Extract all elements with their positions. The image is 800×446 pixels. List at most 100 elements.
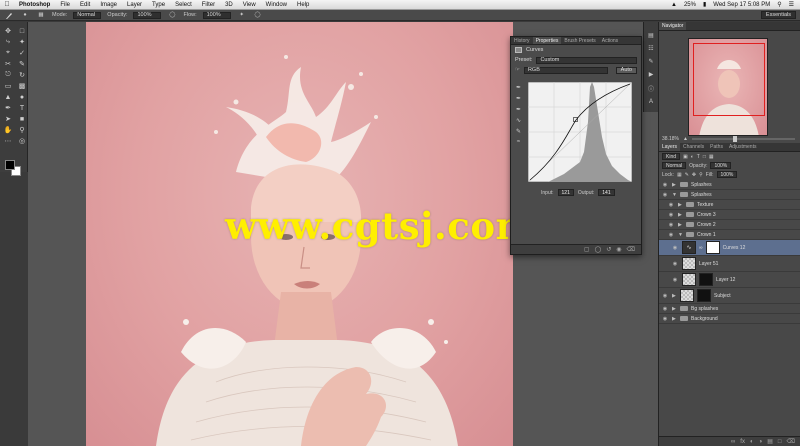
gray-point-eyedropper-icon[interactable]: ✒ bbox=[514, 94, 523, 102]
visibility-icon[interactable]: ◉ bbox=[616, 246, 621, 253]
layer-row[interactable]: ◉ ▶ Bg splashes bbox=[659, 304, 800, 314]
edit-points-icon[interactable]: ∿ bbox=[514, 116, 523, 124]
layer-thumbnail[interactable] bbox=[682, 257, 696, 270]
quick-select-tool-icon[interactable]: ✦ bbox=[16, 37, 28, 47]
white-point-eyedropper-icon[interactable]: ✒ bbox=[514, 105, 523, 113]
view-previous-icon[interactable]: ◯ bbox=[595, 246, 602, 253]
tab-history[interactable]: History bbox=[511, 37, 533, 44]
layer-mask-thumbnail[interactable] bbox=[697, 289, 711, 302]
visibility-eye-icon[interactable]: ◉ bbox=[671, 245, 679, 251]
navigator-view-rectangle[interactable] bbox=[693, 43, 765, 116]
tab-channels[interactable]: Channels bbox=[680, 143, 707, 151]
expand-triangle-icon[interactable]: ▶ bbox=[672, 306, 677, 312]
menu-select[interactable]: Select bbox=[170, 2, 197, 8]
pressure-opacity-icon[interactable]: ◯ bbox=[167, 11, 177, 20]
filter-smart-object-icon[interactable]: ▦ bbox=[709, 154, 714, 160]
tab-brush-presets[interactable]: Brush Presets bbox=[561, 37, 598, 44]
brush-preset-picker[interactable]: ● bbox=[20, 11, 30, 20]
zoom-tool-icon[interactable]: ⚲ bbox=[16, 125, 28, 135]
layer-mask-thumbnail[interactable] bbox=[699, 273, 713, 286]
draw-curve-icon[interactable]: ✎ bbox=[514, 127, 523, 135]
menu-type[interactable]: Type bbox=[147, 2, 170, 8]
gradient-tool-icon[interactable]: ▩ bbox=[16, 81, 28, 91]
collapse-triangle-icon[interactable]: ▼ bbox=[672, 192, 677, 198]
battery-level[interactable]: 25% bbox=[684, 2, 696, 8]
edit-toolbar-icon[interactable]: ⋯ bbox=[2, 136, 14, 146]
visibility-eye-icon[interactable]: ◉ bbox=[661, 316, 669, 322]
brush-tool-icon[interactable] bbox=[4, 11, 14, 20]
pen-tool-icon[interactable]: ✒ bbox=[2, 103, 14, 113]
foreground-color-swatch[interactable] bbox=[5, 160, 15, 170]
layer-thumbnail[interactable] bbox=[680, 289, 694, 302]
eyedropper-tool-icon[interactable]: ✓ bbox=[16, 48, 28, 58]
visibility-eye-icon[interactable]: ◉ bbox=[671, 277, 679, 283]
layer-row[interactable]: ◉ Layer 12 bbox=[659, 272, 800, 288]
move-tool-icon[interactable]: ✥ bbox=[2, 26, 14, 36]
new-group-icon[interactable]: ▤ bbox=[767, 438, 773, 445]
layer-mask-thumbnail[interactable] bbox=[705, 241, 720, 254]
auto-button[interactable]: Auto bbox=[615, 66, 637, 74]
apple-icon[interactable]:  bbox=[0, 1, 14, 8]
tab-adjustments[interactable]: Adjustments bbox=[726, 143, 760, 151]
visibility-eye-icon[interactable]: ◉ bbox=[667, 212, 675, 218]
layer-row[interactable]: ◉ ▼ Splashes bbox=[659, 190, 800, 200]
tab-layers[interactable]: Layers bbox=[659, 143, 681, 151]
brush-tool-icon-box[interactable]: ✎ bbox=[16, 59, 28, 69]
expand-triangle-icon[interactable]: ▶ bbox=[678, 222, 683, 228]
menu-3d[interactable]: 3D bbox=[220, 2, 238, 8]
character-panel-icon[interactable]: A bbox=[649, 99, 653, 105]
path-select-icon[interactable]: ➤ bbox=[2, 114, 14, 124]
new-adjustment-icon[interactable]: ◑ bbox=[759, 439, 763, 445]
flow-input[interactable]: 100% bbox=[202, 11, 231, 19]
wifi-icon[interactable]: ▲ bbox=[671, 2, 677, 8]
visibility-eye-icon[interactable]: ◉ bbox=[667, 222, 675, 228]
type-tool-icon[interactable]: T bbox=[16, 103, 28, 113]
tab-navigator[interactable]: Navigator bbox=[659, 22, 687, 30]
layer-row[interactable]: ◉ ▶ Background bbox=[659, 314, 800, 324]
filter-pixel-icon[interactable]: ▣ bbox=[683, 154, 688, 160]
channel-select[interactable]: RGB bbox=[523, 66, 608, 74]
hand-tool-icon[interactable]: ✋ bbox=[2, 125, 14, 135]
trash-icon[interactable]: ⌫ bbox=[627, 246, 635, 253]
clone-stamp-icon[interactable]: ⎋ bbox=[2, 70, 14, 80]
layer-filter-select[interactable]: Kind bbox=[662, 153, 681, 160]
menu-image[interactable]: Image bbox=[95, 2, 122, 8]
link-icon[interactable]: ∞ bbox=[699, 245, 703, 251]
blend-mode-select[interactable]: Normal bbox=[662, 162, 687, 169]
curves-adjustment-thumbnail[interactable]: ∿ bbox=[682, 241, 696, 254]
layer-row[interactable]: ◉ ▶ Texture bbox=[659, 200, 800, 210]
layer-opacity-input[interactable]: 100% bbox=[710, 162, 732, 169]
marquee-tool-icon[interactable]: □ bbox=[16, 26, 28, 36]
history-panel-icon[interactable]: ▤ bbox=[648, 32, 654, 39]
menu-help[interactable]: Help bbox=[292, 2, 314, 8]
lock-pixels-icon[interactable]: ✎ bbox=[685, 172, 689, 178]
navigator-zoom-slider[interactable] bbox=[691, 136, 795, 142]
curves-graph[interactable] bbox=[527, 81, 633, 183]
visibility-eye-icon[interactable]: ◉ bbox=[661, 306, 669, 312]
delete-layer-icon[interactable]: ⌫ bbox=[787, 438, 795, 445]
preset-select[interactable]: Custom bbox=[536, 56, 637, 64]
layer-row[interactable]: ◉ ▼ Crown 1 bbox=[659, 230, 800, 240]
tab-properties[interactable]: Properties bbox=[532, 37, 562, 44]
quick-mask-icon[interactable]: ◎ bbox=[16, 136, 28, 146]
lock-transparency-icon[interactable]: ▦ bbox=[677, 172, 682, 178]
menu-file[interactable]: File bbox=[55, 2, 75, 8]
spotlight-icon[interactable]: ⚲ bbox=[777, 1, 781, 8]
menu-filter[interactable]: Filter bbox=[197, 2, 220, 8]
layer-thumbnail[interactable] bbox=[682, 273, 696, 286]
output-value[interactable]: 141 bbox=[598, 189, 615, 196]
lock-all-icon[interactable]: ⚲ bbox=[699, 172, 703, 178]
link-layers-icon[interactable]: ∞ bbox=[731, 439, 735, 445]
layer-row[interactable]: ◉ ▶ Crown 3 bbox=[659, 210, 800, 220]
blur-tool-icon[interactable]: ▲ bbox=[2, 92, 14, 102]
properties-panel-icon[interactable]: ☷ bbox=[648, 45, 653, 52]
reset-icon[interactable]: ↺ bbox=[606, 246, 611, 253]
smooth-curve-icon[interactable]: ≈ bbox=[514, 138, 523, 146]
zoom-out-icon[interactable]: ▲ bbox=[683, 136, 688, 142]
layer-fill-input[interactable]: 100% bbox=[716, 171, 738, 178]
visibility-eye-icon[interactable]: ◉ bbox=[661, 182, 669, 188]
collapse-triangle-icon[interactable]: ▼ bbox=[678, 232, 683, 238]
visibility-eye-icon[interactable]: ◉ bbox=[661, 293, 669, 299]
layer-row[interactable]: ◉ Layer 51 bbox=[659, 256, 800, 272]
expand-triangle-icon[interactable]: ▶ bbox=[672, 182, 677, 188]
